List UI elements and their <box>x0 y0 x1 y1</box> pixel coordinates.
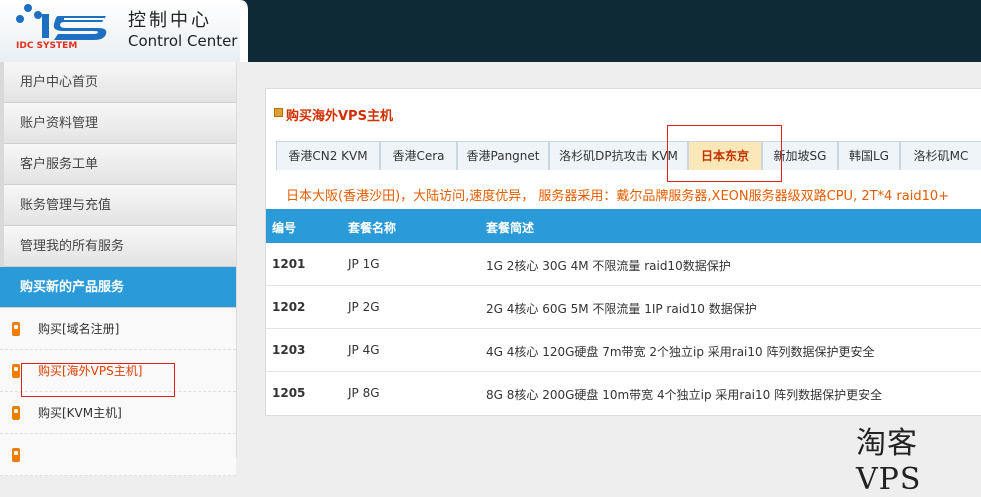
sidebar-item-label: 账户资料管理 <box>20 116 99 131</box>
column-header-name: 套餐名称 <box>348 221 397 235</box>
plan-id: 1205 <box>272 386 306 400</box>
column-header-desc: 套餐简述 <box>486 221 535 235</box>
plan-desc: 8G 8核心 200G硬盘 10m带宽 4个独立ip 采用rai10 阵列数据保… <box>486 388 883 402</box>
plan-id: 1201 <box>272 257 306 271</box>
plan-name[interactable]: JP 1G <box>348 257 380 271</box>
sidebar-item-user-center-home[interactable]: 用户中心首页 <box>0 62 236 103</box>
highlight-box <box>667 125 782 182</box>
table-row[interactable]: 1203 JP 4G 4G 4核心 120G硬盘 7m带宽 2个独立ip 采用r… <box>266 329 981 372</box>
table-row[interactable]: 1202 JP 2G 2G 4核心 60G 5M 不限流量 1IP raid10… <box>266 286 981 329</box>
sidebar-item-account-profile[interactable]: 账户资料管理 <box>0 103 236 144</box>
plan-desc: 2G 4核心 60G 5M 不限流量 1IP raid10 数据保护 <box>486 302 757 316</box>
sidebar-subitem-more[interactable] <box>0 434 236 476</box>
sidebar-item-support-tickets[interactable]: 客户服务工单 <box>0 144 236 185</box>
tab-hk-pangnet[interactable]: 香港Pangnet <box>457 141 549 170</box>
sidebar-item-label: 购买新的产品服务 <box>20 280 125 295</box>
nav-marker <box>0 103 4 144</box>
bullet-icon <box>12 406 20 420</box>
tab-hk-cera[interactable]: 香港Cera <box>380 141 457 170</box>
plan-name[interactable]: JP 8G <box>348 386 380 400</box>
main-panel: 购买海外VPS主机 香港CN2 KVM 香港Cera 香港Pangnet 洛杉矶… <box>265 88 981 416</box>
title-bullet-icon <box>274 108 283 117</box>
logo-text: IDC SYSTEM <box>16 41 77 50</box>
tab-korea-lg[interactable]: 韩国LG <box>838 141 900 170</box>
sidebar-subitem-domain[interactable]: 购买[域名注册] <box>0 308 236 350</box>
highlight-box <box>21 363 175 397</box>
tab-la-mc[interactable]: 洛杉矶MC <box>900 141 981 170</box>
sidebar-item-label: 客户服务工单 <box>20 157 99 172</box>
brand-subtitle: Control Center <box>128 32 238 50</box>
nav-marker <box>0 226 4 267</box>
plan-desc: 1G 2核心 30G 4M 不限流量 raid10数据保护 <box>486 259 731 273</box>
brand-area[interactable]: IDC SYSTEM 控制中心 Control Center <box>0 0 240 62</box>
plan-id: 1203 <box>272 343 306 357</box>
sidebar: 用户中心首页 账户资料管理 客户服务工单 账务管理与充值 管理我的所有服务 购买… <box>0 62 237 476</box>
nav-marker <box>0 62 4 103</box>
sidebar-subitem-label: 购买[KVM主机] <box>38 406 122 420</box>
idc-system-logo: IDC SYSTEM <box>16 4 107 50</box>
region-notice: 日本大阪(香港沙田)，大陆访问,速度优异， 服务器采用：戴尔品牌服务器,XEON… <box>286 189 950 204</box>
brand-title: 控制中心 <box>128 10 212 31</box>
sidebar-item-billing[interactable]: 账务管理与充值 <box>0 185 236 226</box>
table-row[interactable]: 1201 JP 1G 1G 2核心 30G 4M 不限流量 raid10数据保护 <box>266 243 981 286</box>
panel-title: 购买海外VPS主机 <box>286 109 393 124</box>
watermark-text: 淘客VPS <box>856 426 922 497</box>
plan-desc: 4G 4核心 120G硬盘 7m带宽 2个独立ip 采用rai10 阵列数据保护… <box>486 345 875 359</box>
table-row[interactable]: 1205 JP 8G 8G 8核心 200G硬盘 10m带宽 4个独立ip 采用… <box>266 372 981 414</box>
tab-hk-cn2-kvm[interactable]: 香港CN2 KVM <box>276 141 380 170</box>
sidebar-item-label: 管理我的所有服务 <box>20 239 125 254</box>
bullet-icon <box>12 322 20 336</box>
plan-id: 1202 <box>272 300 306 314</box>
sidebar-item-label: 账务管理与充值 <box>20 198 112 213</box>
sidebar-item-my-services[interactable]: 管理我的所有服务 <box>0 226 236 267</box>
sidebar-subitem-label: 购买[域名注册] <box>38 322 120 336</box>
bullet-icon <box>12 448 20 462</box>
sidebar-item-buy-products[interactable]: 购买新的产品服务 <box>0 267 236 308</box>
nav-marker <box>0 185 4 226</box>
sidebar-item-label: 用户中心首页 <box>20 75 99 90</box>
top-header: IDC SYSTEM 控制中心 Control Center <box>0 0 981 62</box>
bullet-icon <box>12 364 20 378</box>
table-header: 编号 套餐名称 套餐简述 <box>266 209 981 243</box>
sidebar-subitem-kvm[interactable]: 购买[KVM主机] <box>0 392 236 434</box>
column-header-id: 编号 <box>272 221 297 235</box>
plan-name[interactable]: JP 2G <box>348 300 380 314</box>
nav-marker <box>0 144 4 185</box>
plan-name[interactable]: JP 4G <box>348 343 380 357</box>
header-decoration <box>240 0 248 62</box>
